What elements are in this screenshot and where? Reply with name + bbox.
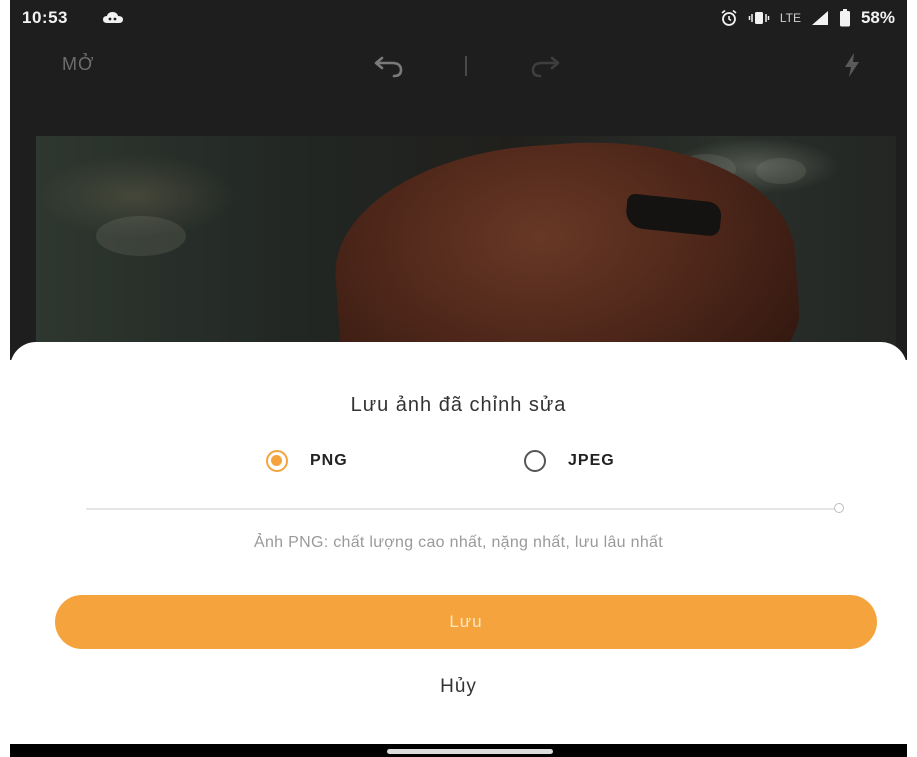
screen: 10:53 LTE 58% MỞ Lưu ảnh đã chỉnh sửa PN… [0,0,917,757]
format-description: Ảnh PNG: chất lượng cao nhất, nặng nhất,… [254,534,663,551]
redo-icon[interactable] [528,52,562,78]
save-dialog: Lưu ảnh đã chỉnh sửa PNG JPEG Ảnh PNG: c… [10,342,907,744]
dialog-title: Lưu ảnh đã chỉnh sửa [350,394,567,416]
cancel-button[interactable]: Hủy [10,676,907,698]
navigation-bar [10,744,907,757]
radio-png[interactable]: PNG [266,450,348,472]
format-radio-group: PNG JPEG [10,450,907,490]
network-type: LTE [779,11,801,25]
save-button[interactable]: Lưu [55,595,877,649]
editor-toolbar: MỞ [10,36,907,92]
cloud-notification-icon [103,12,123,23]
status-icons: LTE 58% [720,8,895,28]
radio-jpeg[interactable]: JPEG [524,450,615,472]
status-bar: 10:53 LTE 58% [10,0,907,36]
radio-unselected-icon[interactable] [524,450,546,472]
quality-slider-track[interactable] [86,508,834,510]
open-button[interactable]: MỞ [62,54,94,75]
battery-level: 58% [860,8,895,27]
battery-icon [839,9,850,27]
photo-overlay [36,136,896,366]
alarm-icon [721,9,737,26]
radio-selected-icon[interactable] [266,450,288,472]
toolbar-divider [465,56,467,76]
undo-icon[interactable] [372,52,406,78]
quality-slider-thumb[interactable] [834,503,844,513]
flash-icon[interactable] [842,52,862,78]
status-time: 10:53 [22,8,68,27]
signal-icon [811,11,828,25]
radio-png-label: PNG [310,452,348,469]
radio-jpeg-label: JPEG [568,452,615,469]
vibrate-icon [748,12,770,24]
edited-photo [36,136,896,366]
home-handle[interactable] [387,749,553,754]
